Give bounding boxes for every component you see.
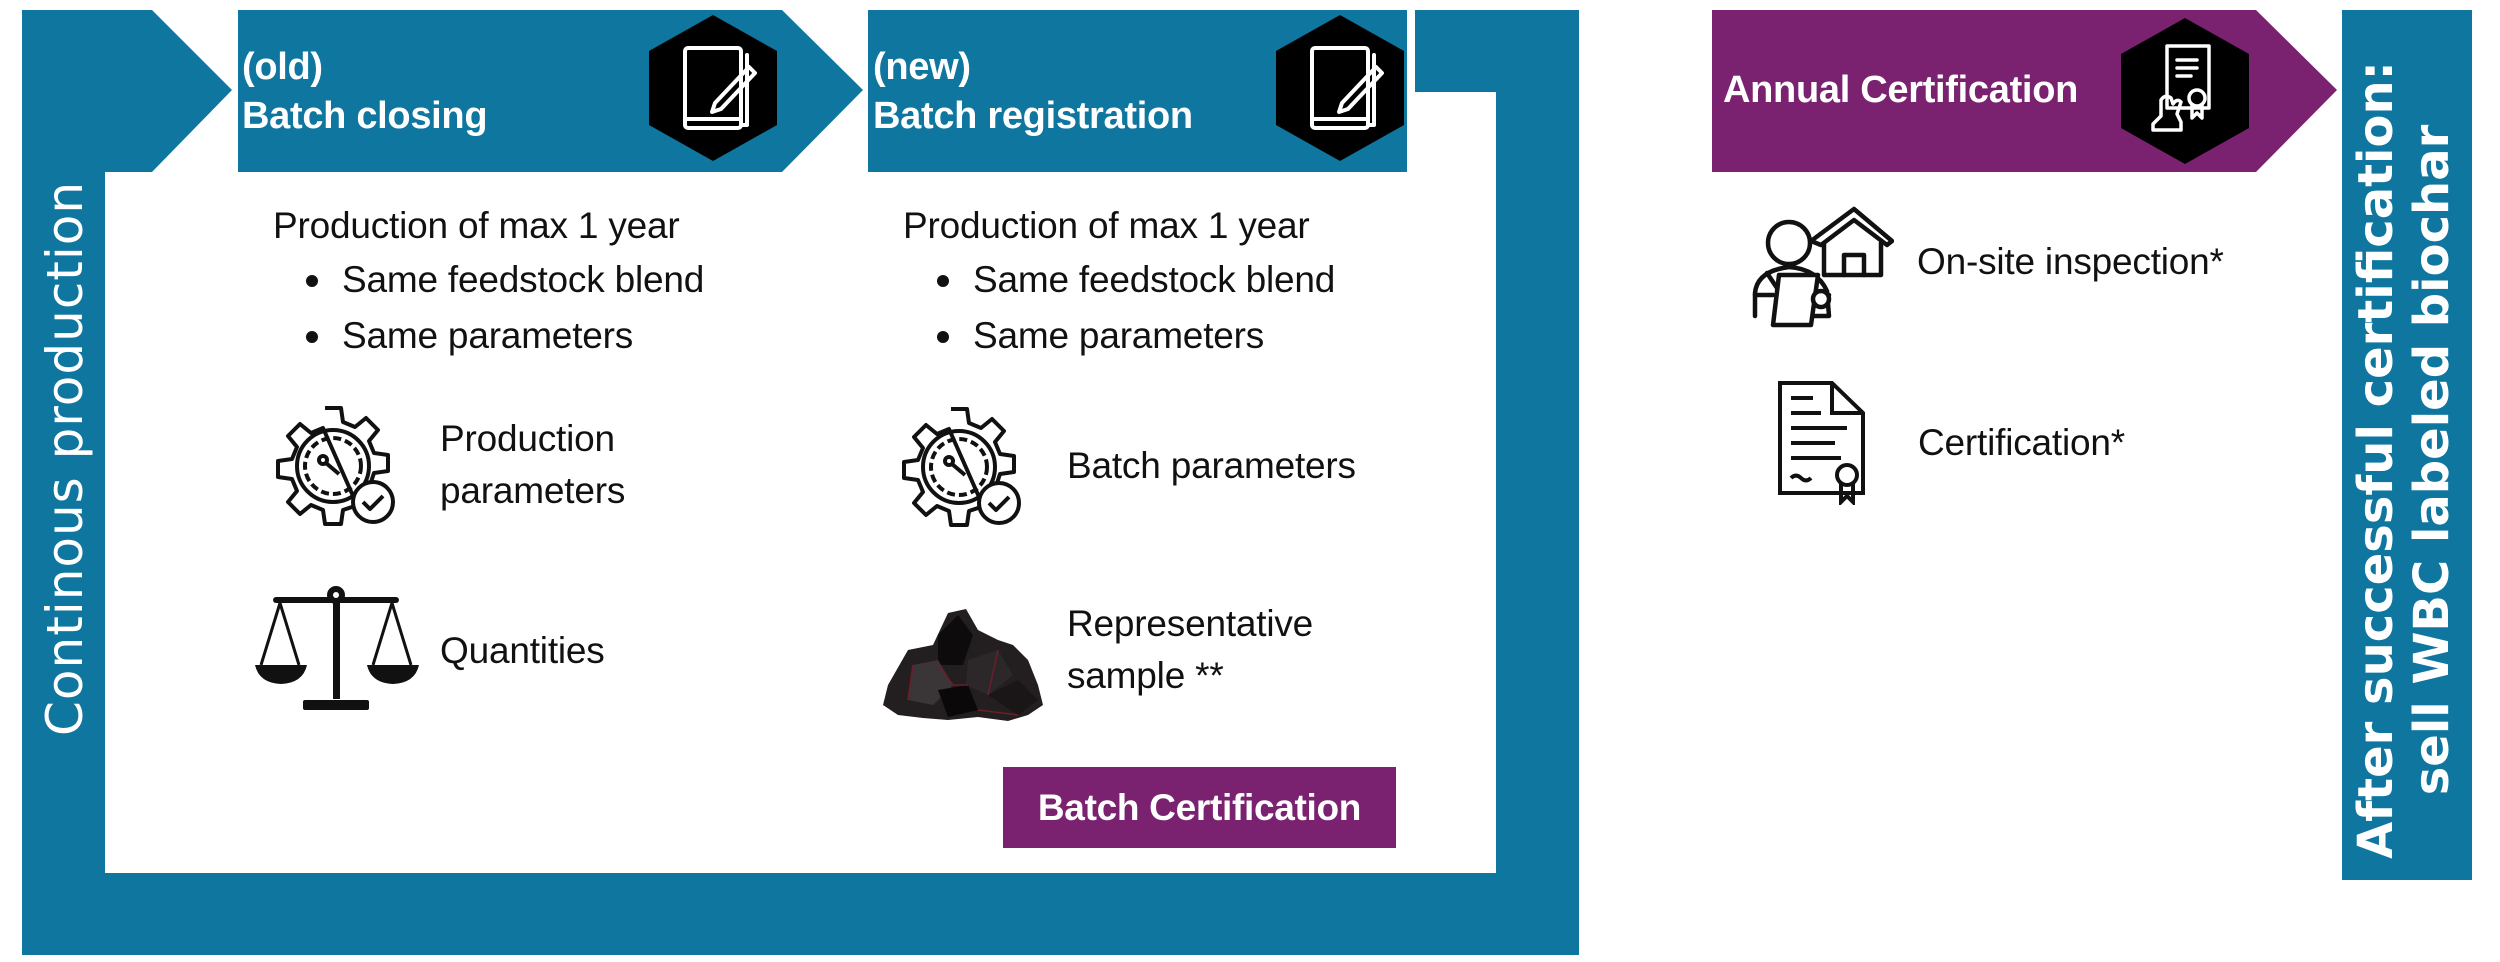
continuous-production-label: Continous production [36,180,94,736]
gear-gauge-check-icon [276,406,395,526]
list-item: Same parameters [306,308,704,364]
list-item: Same parameters [937,308,1335,364]
bullet-icon [306,331,318,343]
notebook-pen-icon [649,15,777,161]
stage-new-title: Batch registration [873,95,1193,137]
bullet-icon [937,275,949,287]
list-item: Same feedstock blend [937,252,1335,308]
outcome-label: After successful certification: sell WBC… [2348,30,2466,890]
quantities-label: Quantities [440,630,605,671]
representative-sample-label: Representative sample ** [1067,603,1314,696]
on-site-inspection-label: On-site inspection* [1917,241,2224,282]
certificate-in-hand-icon [2121,18,2249,164]
biochar-pile-icon [883,609,1043,721]
gear-gauge-check-icon [902,407,1021,527]
stage-new-header: (new) Batch registration [873,43,1193,141]
outcome-line2: sell WBC labeled biochar [2404,124,2460,796]
stage-new-heading: Production of max 1 year [903,205,1310,246]
stage-old-heading: Production of max 1 year [273,205,680,246]
stage-old-tag: (old) [242,46,323,88]
certification-label: Certification* [1918,422,2125,463]
bullet-icon [306,275,318,287]
batch-parameters-label: Batch parameters [1067,445,1356,486]
notebook-pen-icon [1276,15,1404,161]
stage-new-bullets: Same feedstock blend Same parameters [937,252,1335,364]
annual-certification-title: Annual Certification [1723,69,2079,111]
stage-old-bullets: Same feedstock blend Same parameters [306,252,704,364]
batch-certification-button[interactable]: Batch Certification [1003,767,1396,848]
stage-old-header: (old) Batch closing [242,43,488,141]
production-parameters-label: Production parameters [440,418,626,511]
stage-new-tag: (new) [873,46,971,88]
certificate-document-icon [1778,381,1865,505]
stage-old-title: Batch closing [242,95,488,137]
outcome-line1: After successful certification: [2348,61,2404,859]
inspector-house-icon [1752,206,1894,328]
list-item: Same feedstock blend [306,252,704,308]
bullet-icon [937,331,949,343]
balance-scale-icon [255,586,419,710]
